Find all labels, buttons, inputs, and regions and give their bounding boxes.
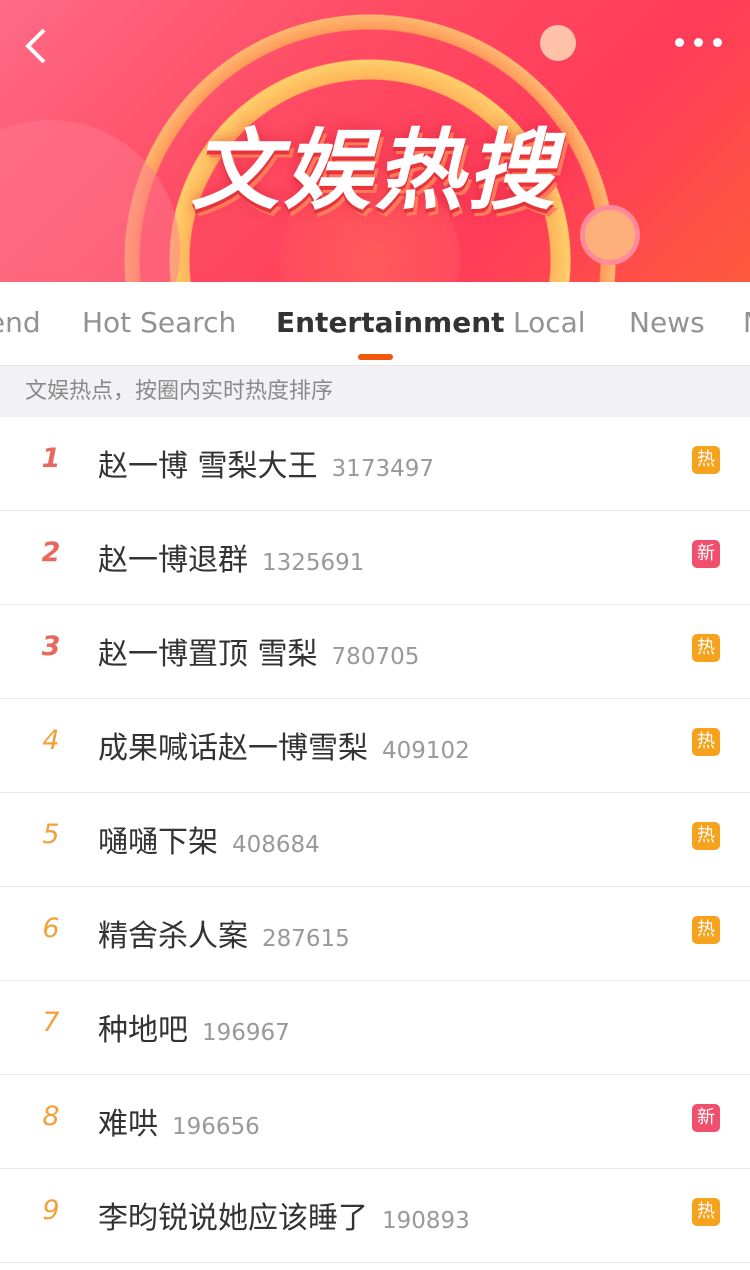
chevron-left-icon[interactable] [22, 28, 52, 64]
item-title-line[interactable]: 赵一博 雪梨大王 3173497 [98, 441, 434, 485]
item-title-line[interactable]: 赵一博退群 1325691 [98, 535, 364, 579]
item-count: 3173497 [331, 456, 434, 482]
item-title: 难哄 [98, 1107, 158, 1142]
rank-number: 3 [41, 631, 61, 662]
item-title: 精舍杀人案 [98, 919, 248, 954]
tab-local[interactable]: Local [513, 306, 586, 339]
item-title: 嗵嗵下架 [98, 825, 218, 860]
item-count: 409102 [382, 738, 470, 764]
item-title-line[interactable]: 成果喊话赵一博雪梨 409102 [98, 723, 470, 767]
item-title-line[interactable]: 难哄 196656 [98, 1099, 260, 1143]
tab-trend[interactable]: Trend [0, 306, 41, 339]
item-count: 408684 [232, 832, 320, 858]
item-title-line[interactable]: 种地吧 196967 [98, 1005, 290, 1049]
item-title: 赵一博置顶 雪梨 [98, 637, 318, 672]
item-count: 196967 [202, 1020, 290, 1046]
list-item[interactable]: 7 种地吧 196967 [0, 981, 750, 1075]
header-banner: 文娱热搜 [0, 0, 750, 282]
new-badge: 新 [692, 540, 720, 568]
hot-badge: 热 [692, 446, 720, 474]
tab-bar: Trend Hot Search Entertainment Local New… [0, 282, 750, 365]
list-item[interactable]: 8 难哄 196656 新 [0, 1075, 750, 1169]
rank-number: 2 [41, 537, 61, 568]
more-dots-icon[interactable] [675, 38, 722, 47]
tab-news[interactable]: News [629, 306, 705, 339]
rank-number: 7 [42, 1007, 60, 1038]
list-item[interactable]: 9 李昀锐说她应该睡了 190893 热 [0, 1169, 750, 1263]
item-title: 种地吧 [98, 1013, 188, 1048]
item-title: 李昀锐说她应该睡了 [98, 1201, 368, 1236]
item-count: 780705 [331, 644, 420, 670]
section-description: 文娱热点，按圈内实时热度排序 [0, 365, 750, 417]
tab-entertainment[interactable]: Entertainment [276, 306, 505, 339]
hot-search-list: 1 赵一博 雪梨大王 3173497 热 2 赵一博退群 1325691 新 3 赵一博置顶… [0, 417, 750, 1263]
planet-decor [540, 25, 576, 61]
hot-badge: 热 [692, 728, 720, 756]
tab-hot-search[interactable]: Hot Search [82, 306, 236, 339]
item-title-line[interactable]: 李昀锐说她应该睡了 190893 [98, 1193, 470, 1237]
banner-title: 文娱热搜 [190, 119, 559, 222]
rank-number: 8 [42, 1101, 60, 1132]
item-title-line[interactable]: 赵一博置顶 雪梨 780705 [98, 629, 419, 673]
list-item[interactable]: 5 嗵嗵下架 408684 热 [0, 793, 750, 887]
new-badge: 新 [692, 1104, 720, 1132]
rank-number: 1 [41, 443, 61, 474]
item-title-line[interactable]: 嗵嗵下架 408684 [98, 817, 320, 861]
tab-more[interactable]: M [743, 306, 750, 339]
rank-number: 6 [42, 913, 60, 944]
item-title-line[interactable]: 精舍杀人案 287615 [98, 911, 350, 955]
rank-number: 4 [42, 725, 60, 756]
rank-number: 5 [42, 819, 60, 850]
active-tab-indicator [358, 354, 393, 360]
item-count: 196656 [172, 1114, 260, 1140]
item-title: 成果喊话赵一博雪梨 [98, 731, 368, 766]
hot-badge: 热 [692, 916, 720, 944]
item-count: 190893 [382, 1208, 470, 1234]
rank-number: 9 [42, 1195, 60, 1226]
hot-badge: 热 [692, 822, 720, 850]
list-item[interactable]: 6 精舍杀人案 287615 热 [0, 887, 750, 981]
item-count: 287615 [262, 926, 350, 952]
hot-badge: 热 [692, 634, 720, 662]
item-title: 赵一博退群 [98, 543, 248, 578]
item-count: 1325691 [262, 550, 365, 576]
hot-badge: 热 [692, 1198, 720, 1226]
list-item[interactable]: 3 赵一博置顶 雪梨 780705 热 [0, 605, 750, 699]
list-item[interactable]: 2 赵一博退群 1325691 新 [0, 511, 750, 605]
list-item[interactable]: 4 成果喊话赵一博雪梨 409102 热 [0, 699, 750, 793]
list-item[interactable]: 1 赵一博 雪梨大王 3173497 热 [0, 417, 750, 511]
item-title: 赵一博 雪梨大王 [98, 449, 318, 484]
